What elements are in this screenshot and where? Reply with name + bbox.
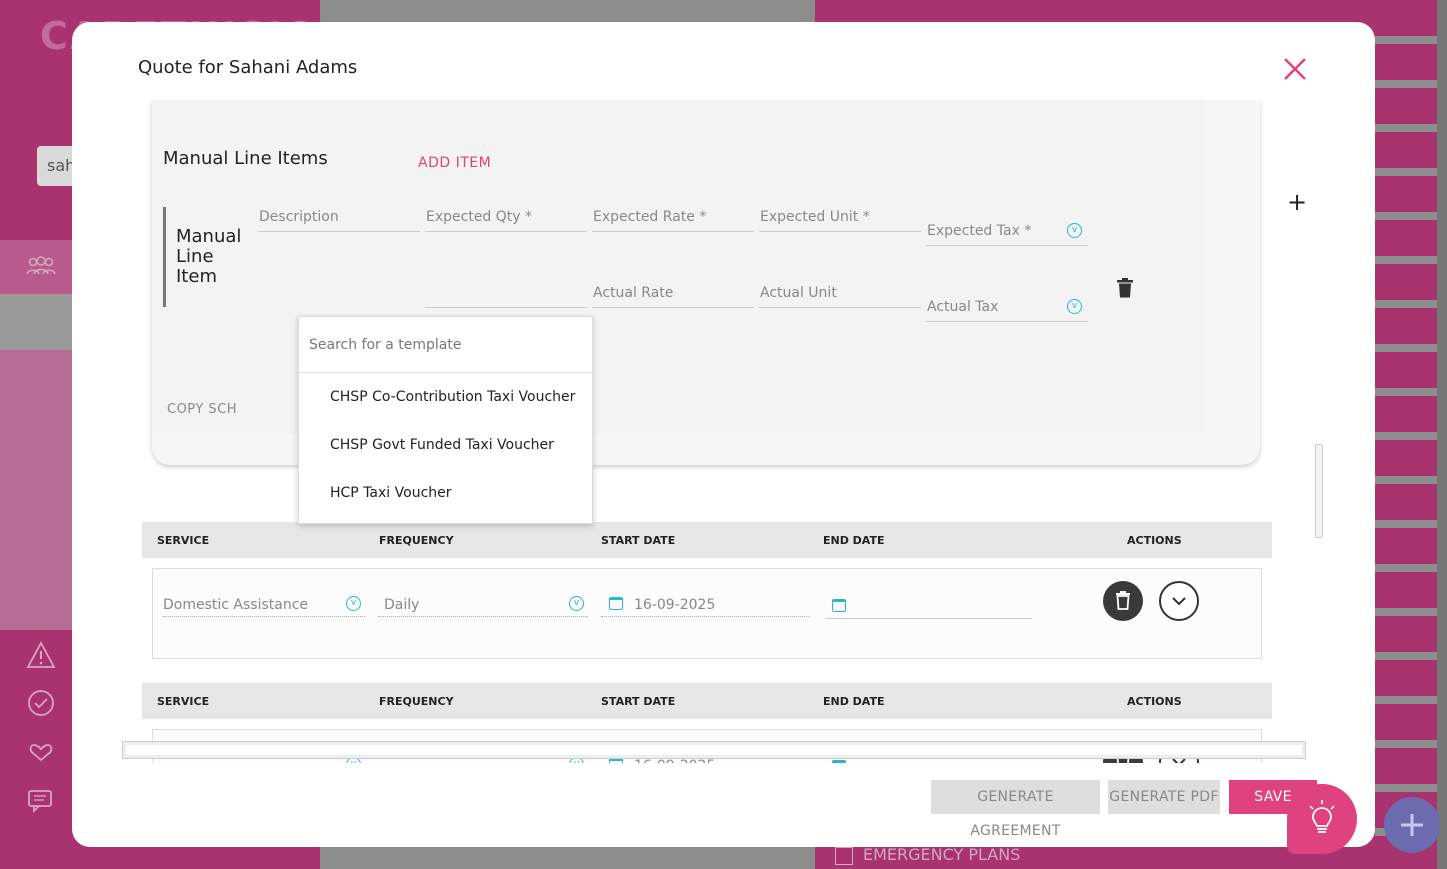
header-frequency: FREQUENCY xyxy=(379,534,454,547)
tips-button[interactable] xyxy=(1287,784,1357,854)
generate-agreement-button[interactable]: GENERATE AGREEMENT xyxy=(931,780,1100,839)
modal-content: Manual Line Items ADD ITEM Manual Line I… xyxy=(142,100,1272,763)
template-dropdown: CHSP Co-Contribution Taxi Voucher CHSP G… xyxy=(298,316,593,524)
service-row: Domestic Assistance v Daily v 16-09-2025 xyxy=(152,568,1262,659)
header-service: SERVICE xyxy=(157,534,210,547)
actual-unit-field[interactable]: Actual Unit xyxy=(759,278,921,308)
manual-line-item-label: Manual Line Item xyxy=(176,226,242,287)
start-date-field[interactable]: 16-09-2025 xyxy=(601,591,809,617)
actual-rate-field[interactable]: Actual Rate xyxy=(592,278,754,308)
header-actions: ACTIONS xyxy=(1127,695,1182,708)
service-select[interactable]: Domestic Assistance v xyxy=(163,591,365,617)
service-table-header: SERVICE FREQUENCY START DATE END DATE AC… xyxy=(142,683,1272,719)
calendar-icon xyxy=(832,760,846,763)
frequency-select[interactable]: Daily v xyxy=(378,591,588,617)
plus-icon xyxy=(1401,814,1423,836)
users-icon xyxy=(24,250,58,284)
expand-plus-button[interactable]: + xyxy=(1287,188,1307,216)
chevron-down-icon xyxy=(1172,597,1186,606)
chevron-down-icon: v xyxy=(346,596,361,611)
close-button[interactable] xyxy=(1278,52,1312,86)
service-table-header: SERVICE FREQUENCY START DATE END DATE AC… xyxy=(142,522,1272,558)
clock-check-icon xyxy=(24,688,58,722)
quote-modal: Quote for Sahani Adams + Manual Line Ite… xyxy=(72,22,1375,847)
add-item-button[interactable]: ADD ITEM xyxy=(418,155,491,171)
trash-icon xyxy=(1117,278,1133,298)
chevron-down-icon: v xyxy=(1067,223,1082,238)
expand-service-button[interactable] xyxy=(1159,581,1199,621)
header-end-date: END DATE xyxy=(823,534,885,547)
end-date-field[interactable] xyxy=(826,593,1032,619)
actual-tax-select[interactable]: Actual Tax v xyxy=(926,292,1088,322)
copy-schedule-button[interactable]: COPY SCH xyxy=(167,402,237,417)
warning-icon xyxy=(24,640,58,674)
background-emergency-plans: EMERGENCY PLANS xyxy=(835,845,1020,865)
modal-title: Quote for Sahani Adams xyxy=(138,57,358,78)
chevron-down-icon: v xyxy=(569,596,584,611)
expected-rate-field[interactable]: Expected Rate * xyxy=(592,202,754,232)
description-field[interactable]: Description xyxy=(258,202,420,232)
expected-unit-field[interactable]: Expected Unit * xyxy=(759,202,921,232)
checkbox-icon xyxy=(835,846,853,865)
chevron-down-icon: v xyxy=(1067,299,1082,314)
template-option[interactable]: CHSP Co-Contribution Taxi Voucher xyxy=(299,373,592,421)
trash-icon xyxy=(1116,591,1130,610)
template-search-input[interactable] xyxy=(299,317,592,373)
template-option[interactable]: CHSP Govt Funded Taxi Voucher xyxy=(299,421,592,469)
modal-horizontal-scrollbar[interactable] xyxy=(122,741,1306,759)
header-start-date: START DATE xyxy=(601,534,676,547)
expected-tax-select[interactable]: Expected Tax * v xyxy=(926,216,1088,246)
modal-vertical-scrollbar[interactable] xyxy=(1315,444,1323,538)
delete-service-button[interactable] xyxy=(1103,581,1143,621)
lightbulb-icon xyxy=(1309,800,1335,833)
header-actions: ACTIONS xyxy=(1127,534,1182,547)
header-start-date: START DATE xyxy=(601,695,676,708)
line-item-accent-bar xyxy=(163,207,166,307)
calendar-icon xyxy=(609,597,623,610)
header-frequency: FREQUENCY xyxy=(379,695,454,708)
emergency-plans-label: EMERGENCY PLANS xyxy=(863,845,1021,864)
calendar-icon xyxy=(832,599,846,612)
generate-pdf-button[interactable]: GENERATE PDF xyxy=(1108,780,1220,814)
add-fab-button[interactable] xyxy=(1384,797,1440,853)
chat-icon xyxy=(24,786,58,820)
delete-line-item-button[interactable] xyxy=(1116,278,1134,298)
hearts-icon xyxy=(24,737,58,771)
close-icon xyxy=(1284,58,1306,80)
manual-line-items-title: Manual Line Items xyxy=(163,148,328,169)
template-option[interactable]: HCP Taxi Voucher xyxy=(299,469,592,517)
header-service: SERVICE xyxy=(157,695,210,708)
expected-qty-field[interactable]: Expected Qty * xyxy=(425,202,587,232)
page-scrollbar xyxy=(1437,0,1447,869)
header-end-date: END DATE xyxy=(823,695,885,708)
actual-qty-field[interactable] xyxy=(425,278,587,308)
